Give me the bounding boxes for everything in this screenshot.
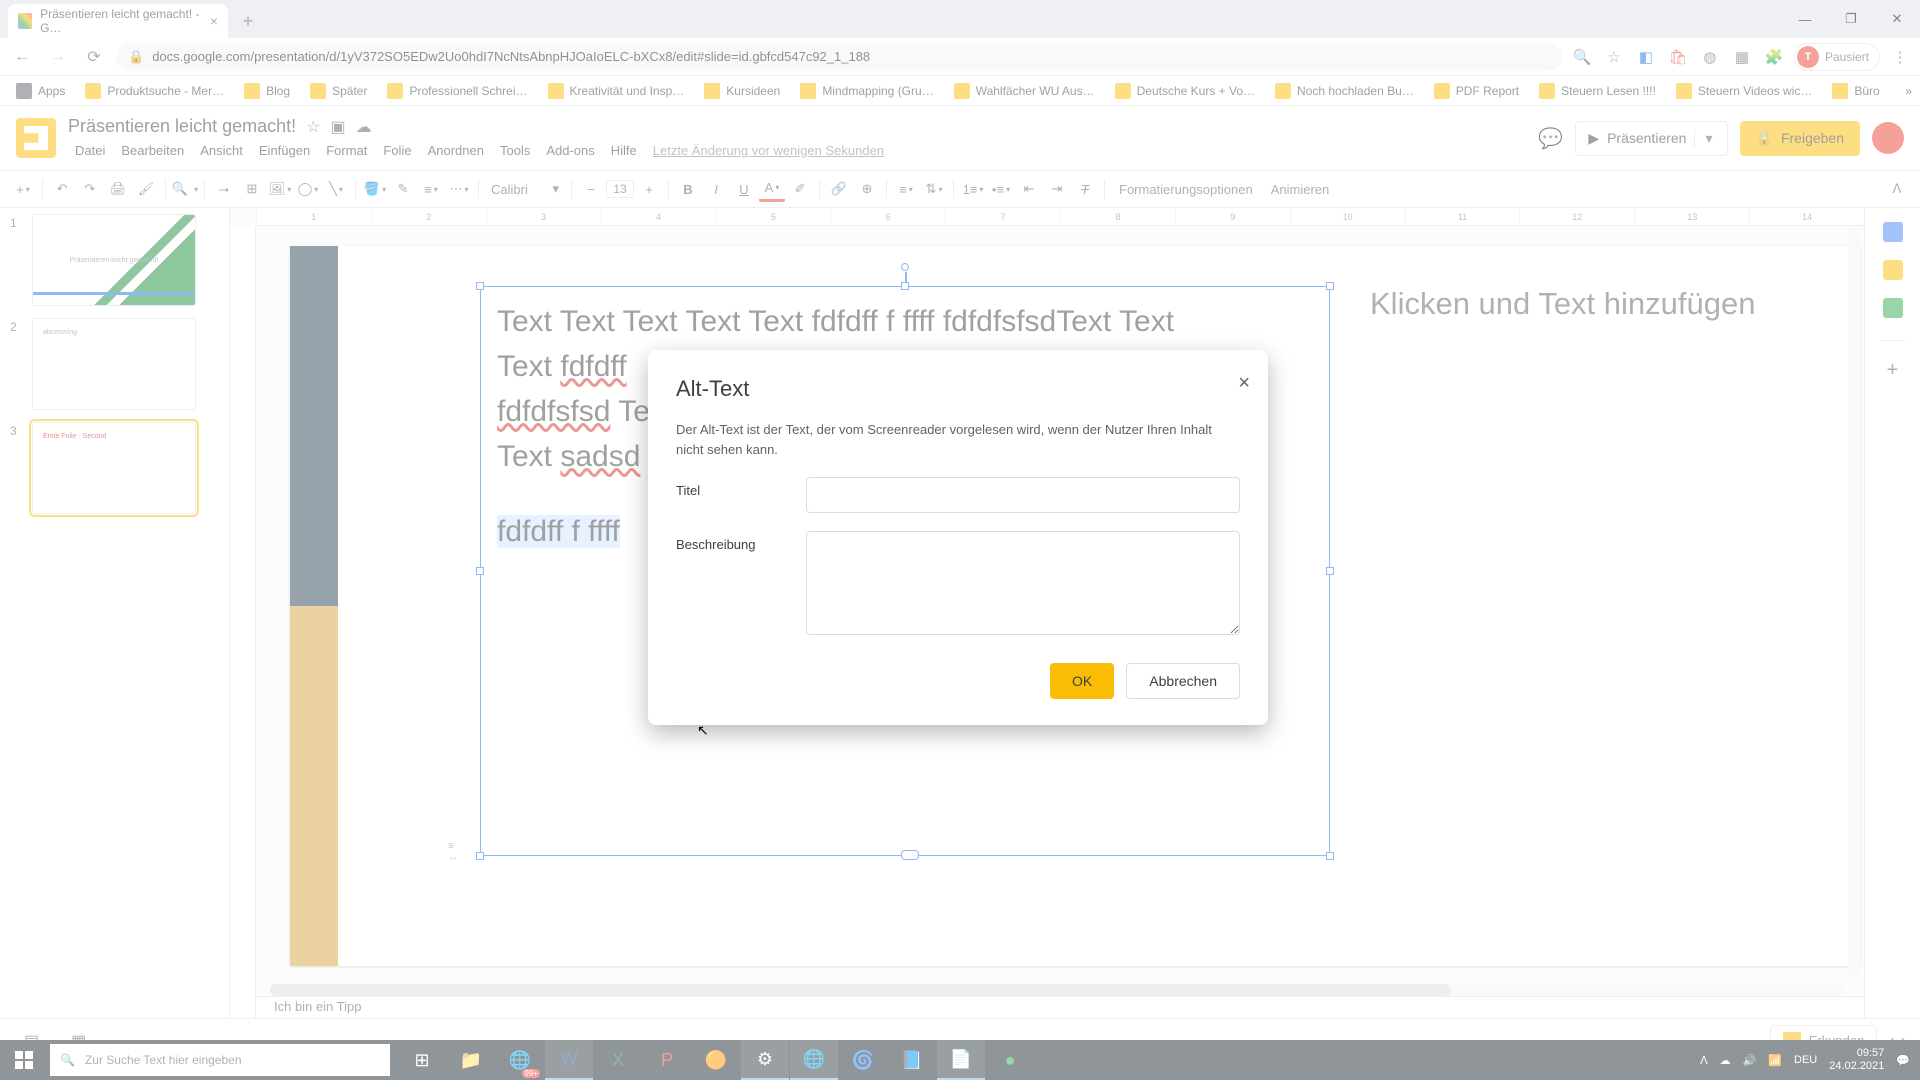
description-label: Beschreibung: [676, 531, 790, 635]
description-textarea[interactable]: [806, 531, 1240, 635]
ok-button[interactable]: OK: [1050, 663, 1114, 699]
cursor-icon: ↖: [697, 722, 709, 739]
dialog-title: Alt-Text: [676, 376, 1240, 402]
title-label: Titel: [676, 477, 790, 513]
dialog-description: Der Alt-Text ist der Text, der vom Scree…: [676, 420, 1240, 459]
title-input[interactable]: [806, 477, 1240, 513]
cancel-button[interactable]: Abbrechen: [1126, 663, 1240, 699]
dialog-close-icon[interactable]: ×: [1238, 372, 1250, 395]
alt-text-dialog: Alt-Text × Der Alt-Text ist der Text, de…: [648, 350, 1268, 725]
